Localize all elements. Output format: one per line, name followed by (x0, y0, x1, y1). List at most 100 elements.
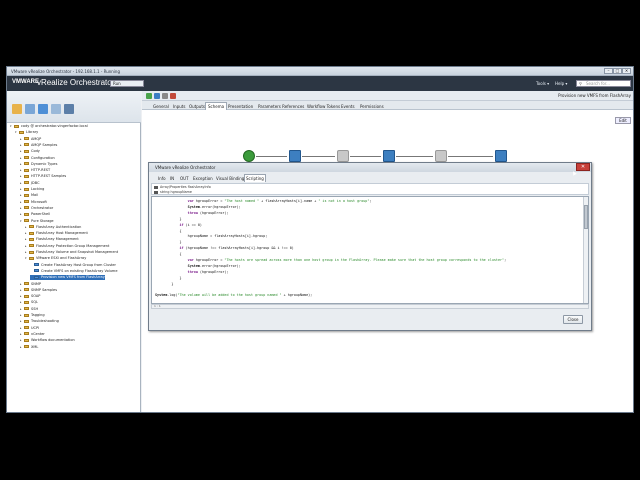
code-line[interactable]: System.error(hgroupError); (155, 205, 241, 209)
tree-item[interactable]: ▸ Troubleshooting (20, 319, 59, 324)
vertical-scrollbar[interactable] (583, 197, 588, 303)
scriptable-task-node[interactable] (383, 150, 395, 162)
tab-events[interactable]: Events (338, 102, 358, 110)
dialog-tab-out[interactable]: OUT (178, 174, 191, 182)
code-line[interactable]: } (155, 240, 181, 244)
dialog-tab-in[interactable]: IN (168, 174, 176, 182)
debug-icon[interactable] (154, 93, 160, 99)
window-close-button[interactable]: ✕ (622, 68, 631, 74)
tree-item[interactable]: ▸ SNMP Samples (20, 288, 57, 293)
stop-icon[interactable] (170, 93, 176, 99)
expand-toggle-icon[interactable]: ▸ (20, 143, 23, 148)
code-line[interactable]: if (hgroupName !== flashArrayHosts[i].hg… (155, 246, 294, 250)
maximize-button[interactable]: □ (613, 68, 622, 74)
tree-item[interactable]: ▸ Mail (20, 193, 38, 198)
tools-menu[interactable]: Tools ▾ (536, 81, 549, 86)
expand-toggle-icon[interactable]: ▸ (20, 332, 23, 337)
code-line[interactable]: System.error(hgroupError); (155, 264, 241, 268)
tree-item[interactable]: ▸ Microsoft (20, 200, 47, 205)
run-icon[interactable] (146, 93, 152, 99)
user-icon[interactable] (25, 104, 35, 114)
expand-toggle-icon[interactable]: ▸ (20, 181, 23, 186)
expand-toggle-icon[interactable]: ▸ (20, 174, 23, 179)
code-line[interactable]: } (155, 217, 181, 221)
tree-item[interactable]: ▸ JDBC (20, 181, 40, 186)
tree-item[interactable]: ▸ FlashArray Protection Group Management (25, 244, 109, 249)
tree-item[interactable]: ▸ Cody (20, 149, 40, 154)
tree-item[interactable]: ▸ SOAP (20, 294, 40, 299)
expand-toggle-icon[interactable]: ▸ (20, 326, 23, 331)
canvas-edit-button[interactable]: Edit (615, 117, 631, 124)
minimize-button[interactable]: – (604, 68, 613, 74)
tab-permissions[interactable]: Permissions (357, 102, 387, 110)
tree-item[interactable]: ▾ Pure Storage (20, 219, 54, 224)
tree-item[interactable]: Create VMFS on existing FlashArray Volum… (30, 269, 118, 274)
tree-item[interactable]: ▸ FlashArray Authentication (25, 225, 81, 230)
tree-item[interactable]: ▸ HTTP-REST Samples (20, 174, 66, 179)
dialog-tab-info[interactable]: Info (156, 174, 168, 182)
resource-icon[interactable] (64, 104, 74, 114)
expand-toggle-icon[interactable]: ▸ (25, 250, 28, 255)
dialog-titlebar[interactable]: VMware vRealize Orchestrator ✕ (149, 163, 591, 172)
tree-item[interactable]: ▸ AMQP Samples (20, 143, 57, 148)
expand-toggle-icon[interactable]: ▾ (15, 130, 18, 135)
expand-toggle-icon[interactable]: ▸ (20, 288, 23, 293)
expand-toggle-icon[interactable]: ▸ (20, 212, 23, 217)
expand-toggle-icon[interactable]: ▾ (20, 219, 23, 224)
param-row[interactable]: string hgroupName (154, 190, 192, 194)
code-line[interactable]: System.log("The volume will be added to … (155, 293, 312, 297)
help-menu[interactable]: Help ▾ (555, 81, 567, 86)
tree-item[interactable]: ▸ FlashArray Host Management (25, 231, 88, 236)
expand-toggle-icon[interactable]: ▸ (20, 137, 23, 142)
param-row[interactable]: Array/Properties flashArrayInfo (154, 185, 211, 189)
dialog-tab-exception[interactable]: Exception (191, 174, 215, 182)
tree-item[interactable]: ▸ HTTP-REST (20, 168, 50, 173)
expand-toggle-icon[interactable]: ▸ (20, 187, 23, 192)
expand-toggle-icon[interactable]: ▸ (20, 206, 23, 211)
code-line[interactable]: var hgroupError = "The hosts are spread … (155, 258, 506, 262)
expand-toggle-icon[interactable]: ▸ (20, 156, 23, 161)
expand-toggle-icon[interactable]: ▸ (20, 345, 23, 350)
expand-toggle-icon[interactable]: ▸ (25, 237, 28, 242)
tree-item[interactable]: ▸ Workflow documentation (20, 338, 75, 343)
search-input[interactable]: ⚲ Search for... (576, 80, 631, 87)
code-line[interactable]: } (155, 282, 173, 286)
expand-toggle-icon[interactable]: ▸ (25, 231, 28, 236)
tree-item[interactable]: ▸ UCPI (20, 326, 39, 331)
tree-item[interactable]: ▸ Locking (20, 187, 44, 192)
tree-item[interactable]: ▸ Configuration (20, 156, 55, 161)
tree-item[interactable]: ▸ FlashArray Management (25, 237, 79, 242)
tab-parameters-references[interactable]: Parameters References (255, 102, 307, 110)
expand-toggle-icon[interactable]: ▾ (25, 256, 28, 261)
close-button[interactable]: Close (563, 315, 583, 324)
expand-toggle-icon[interactable]: ▸ (25, 244, 28, 249)
code-line[interactable]: hgroupName = flashArrayHosts[i].hgroup; (155, 234, 268, 238)
expand-toggle-icon[interactable]: ▸ (20, 313, 23, 318)
tree-item[interactable]: ▾ Library (15, 130, 38, 135)
tree-item[interactable]: ▸ Tagging (20, 313, 45, 318)
expand-toggle-icon[interactable]: ▸ (20, 338, 23, 343)
tree-item[interactable]: ▸ AMQP (20, 137, 41, 142)
action-icon[interactable] (51, 104, 61, 114)
tree-item[interactable]: Provision new VMFS from FlashArray (30, 275, 105, 281)
script-editor[interactable]: var hgroupError = "The host named " + fl… (151, 196, 589, 304)
expand-toggle-icon[interactable]: ▸ (20, 162, 23, 167)
expand-toggle-icon[interactable]: ▾ (10, 124, 13, 129)
mode-select[interactable]: Run (110, 80, 144, 87)
tab-general[interactable]: General (150, 102, 172, 110)
tree-item[interactable]: ▸ FlashArray Volume and Snapshot Manageme… (25, 250, 118, 255)
expand-toggle-icon[interactable]: ▸ (20, 319, 23, 324)
save-icon[interactable] (162, 93, 168, 99)
tree-item[interactable]: ▾ VMware ESXi and FlashArray (25, 256, 86, 261)
code-line[interactable]: { (155, 252, 181, 256)
expand-toggle-icon[interactable]: ▸ (20, 294, 23, 299)
expand-toggle-icon[interactable]: ▸ (20, 282, 23, 287)
window-titlebar[interactable]: VMware vRealize Orchestrator - 192.168.1… (7, 67, 633, 76)
dialog-close-button[interactable]: ✕ (576, 163, 590, 171)
tree-item[interactable]: ▸ vCenter (20, 332, 45, 337)
scriptable-task-node[interactable] (495, 150, 507, 162)
code-line[interactable]: } (155, 276, 181, 280)
action-node[interactable] (435, 150, 447, 162)
tree-item[interactable]: Create FlashArray Host Group from Cluste… (30, 263, 116, 268)
tree-item[interactable]: ▸ XML (20, 345, 38, 350)
